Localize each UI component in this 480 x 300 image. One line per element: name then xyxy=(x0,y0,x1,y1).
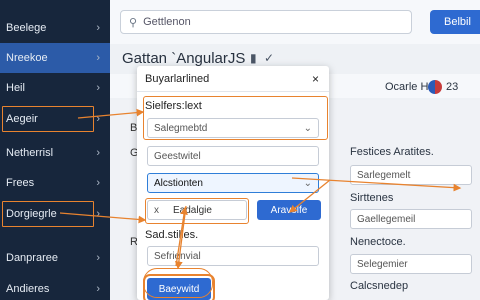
sidebar-item-5[interactable]: Frees › xyxy=(0,168,110,198)
sidebar-item-7[interactable]: Danpraree › xyxy=(0,243,110,273)
modal-title: Buyarlarlined xyxy=(145,72,210,85)
chevron-right-icon: › xyxy=(96,208,100,220)
dropdown-select[interactable]: Alcstionten ⌄ xyxy=(147,173,319,193)
field-label: Nenectoce. xyxy=(350,236,406,248)
sidebar: Beelege › Nreekoe › Heil › Aegeir › Neth… xyxy=(0,0,110,300)
add-button[interactable]: Aravolfe xyxy=(257,200,321,220)
file-icon[interactable]: ▮ xyxy=(250,51,257,65)
title-icons: ▮ ✓ xyxy=(250,51,274,65)
remove-icon[interactable]: x xyxy=(154,205,159,216)
field-label: Festices Aratites. xyxy=(350,146,434,158)
sidebar-item-8[interactable]: Andieres › xyxy=(0,274,110,300)
flag-icon xyxy=(428,80,442,94)
sidebar-item-label: Aegeir xyxy=(6,113,38,125)
form-label: Sad.stilles. xyxy=(145,229,199,241)
background-input[interactable]: Sarlegemelt xyxy=(350,165,472,185)
select-value: Salegmebtd xyxy=(154,122,208,134)
chevron-right-icon: › xyxy=(96,177,100,189)
submit-button[interactable]: Baeywitd xyxy=(143,274,215,300)
modal-header: Buyarlarlined × xyxy=(137,66,329,92)
close-icon[interactable]: × xyxy=(312,72,319,86)
sidebar-item-label: Danpraree xyxy=(6,252,58,264)
chip-label: Eadalgie xyxy=(173,204,212,216)
page-title: Gattan `AngularJS xyxy=(122,50,246,67)
sidebar-item-4[interactable]: Netherrisl › xyxy=(0,138,110,168)
sidebar-item-0[interactable]: Beelege › xyxy=(0,13,110,43)
field-label: Calcsnedep xyxy=(350,280,409,292)
status-text: Ocarle H xyxy=(385,81,428,93)
text-field-value: Geestwitel xyxy=(154,150,201,162)
sidebar-item-label: Netherrisl xyxy=(6,147,54,159)
sidebar-item-6[interactable]: Dorgiegrle › xyxy=(0,199,100,229)
edit-icon[interactable]: ✓ xyxy=(264,51,274,65)
background-input[interactable]: Gaellegemeil xyxy=(350,209,472,229)
chevron-right-icon: › xyxy=(96,113,100,125)
search-input[interactable]: ⚲ Gettlenon xyxy=(120,10,412,34)
modal-dialog: Buyarlarlined × Sielfers:lext Salegmebtd… xyxy=(137,66,329,300)
chevron-right-icon: › xyxy=(96,52,100,64)
chevron-down-icon: ⌄ xyxy=(303,177,312,189)
top-bar: ⚲ Gettlenon Belbil xyxy=(110,0,480,44)
sidebar-item-2[interactable]: Heil › xyxy=(0,73,110,103)
chevron-right-icon: › xyxy=(96,283,100,295)
field-label: Sirttenes xyxy=(350,192,394,204)
status-label: Ocarle H xyxy=(385,81,429,93)
sidebar-item-3[interactable]: Aegeir › xyxy=(0,104,100,134)
text-field-value: Sefrienvial xyxy=(154,250,201,262)
chevron-right-icon: › xyxy=(96,147,100,159)
chevron-right-icon: › xyxy=(96,82,100,94)
select-field[interactable]: Salegmebtd ⌄ xyxy=(147,118,319,138)
tag-chip[interactable]: x Eadalgie xyxy=(147,200,247,220)
chevron-right-icon: › xyxy=(96,22,100,34)
sidebar-item-1[interactable]: Nreekoe › xyxy=(0,43,110,73)
chevron-down-icon: ⌄ xyxy=(303,122,312,134)
sidebar-item-label: Frees xyxy=(6,177,35,189)
sidebar-item-label: Dorgiegrle xyxy=(6,208,57,220)
text-field[interactable]: Geestwitel xyxy=(147,146,319,166)
search-icon: ⚲ xyxy=(129,16,138,29)
text-field[interactable]: Sefrienvial xyxy=(147,246,319,266)
top-action-button[interactable]: Belbil xyxy=(430,10,480,34)
background-input[interactable]: Selegemier xyxy=(350,254,472,274)
sidebar-item-label: Beelege xyxy=(6,22,47,34)
form-label: Sielfers:lext xyxy=(145,100,202,112)
sidebar-item-label: Nreekoe xyxy=(6,52,48,64)
sidebar-item-label: Andieres xyxy=(6,283,50,295)
sidebar-item-label: Heil xyxy=(6,82,25,94)
search-placeholder: Gettlenon xyxy=(143,16,191,28)
chevron-right-icon: › xyxy=(96,252,100,264)
status-number: 23 xyxy=(446,81,459,93)
dropdown-value: Alcstionten xyxy=(154,177,203,189)
